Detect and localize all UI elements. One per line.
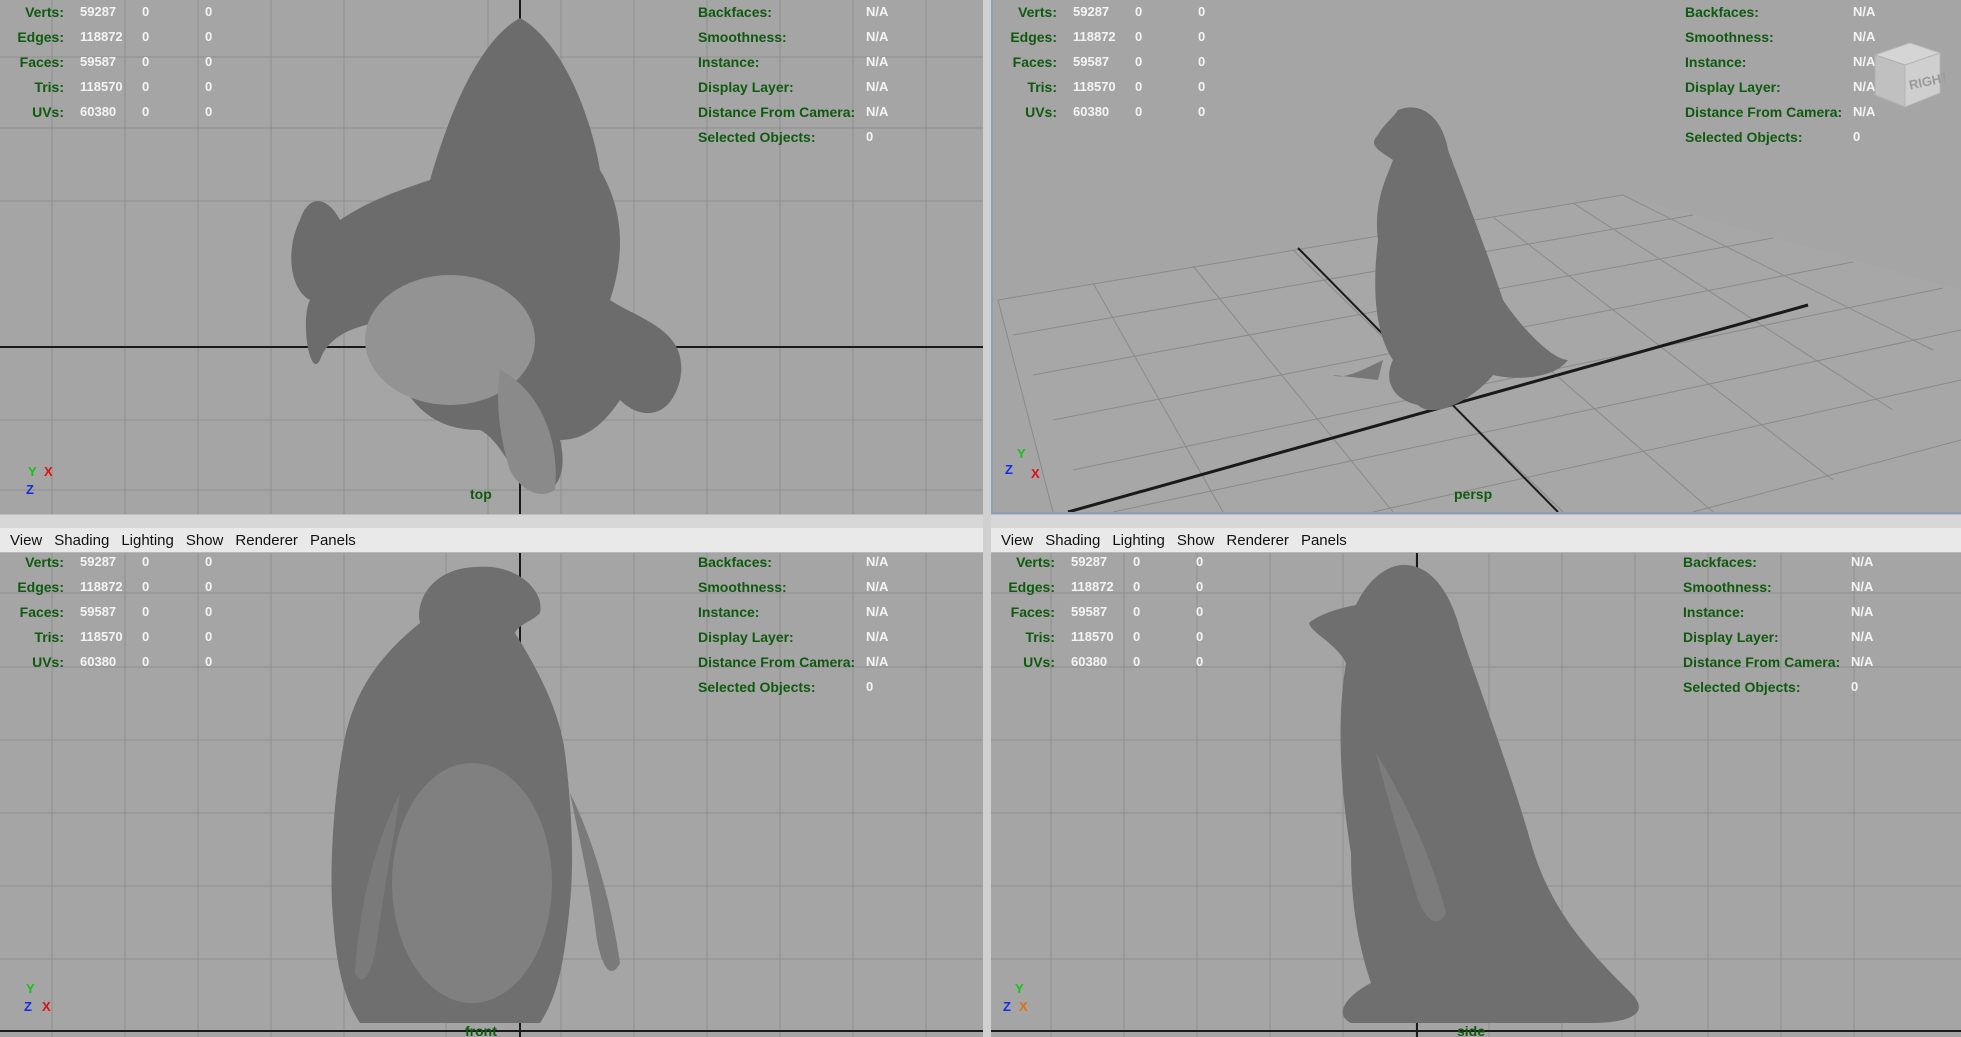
viewport-side[interactable]: Verts: 59287 0 0 Edges: 118872 0 0 Faces: 59587… — [991, 553, 1961, 1037]
camera-label: side — [1457, 1023, 1486, 1037]
viewport-persp[interactable]: Verts: 59287 0 0 Edges: 118872 0 0 Faces: 59587… — [991, 0, 1961, 514]
hud-display-layer: Display Layer: N/A — [1683, 629, 1874, 645]
poly-count-hud: Verts: 59287 0 0 Edges: 118872 0 0 Faces: 59587… — [17, 554, 213, 670]
menu-lighting[interactable]: Lighting — [115, 528, 180, 553]
object-info-hud: Backfaces: N/A Smoothness: N/A Instance: N/… — [1683, 553, 1903, 695]
viewcube-icon[interactable]: RIGHT — [1865, 35, 1950, 110]
hud-smoothness: Smoothness: N/A — [1683, 579, 1874, 595]
axis-indicator-icon: Y Z X — [1003, 981, 1028, 1014]
object-info-hud: Backfaces: N/A Smoothness: N/A Instance: N/… — [698, 553, 918, 695]
penguin-top-model — [291, 18, 682, 494]
hud-instance: Instance: N/A — [1683, 604, 1874, 620]
hud-distance-from-camera: Distance From Camera: N/A — [1683, 654, 1874, 670]
viewport-front[interactable]: Verts: 59287 0 0 Edges: 118872 0 0 Faces: 59587… — [0, 553, 983, 1037]
vertical-pane-splitter[interactable] — [983, 0, 991, 1037]
viewport-top[interactable]: Verts: 59287 0 0 Edges: 118872 0 0 Faces: 59587… — [0, 0, 983, 514]
hud-backfaces: Backfaces: N/A — [1683, 554, 1874, 570]
axis-indicator-icon: Y X Z — [26, 464, 53, 497]
menu-lighting[interactable]: Lighting — [1106, 528, 1171, 553]
hud-distance-from-camera: Distance From Camera: N/A — [698, 654, 889, 670]
hud-distance-from-camera: Distance From Camera: N/A — [1685, 104, 1876, 120]
poly-count-hud: Verts: 59287 0 0 Edges: 118872 0 0 Faces: 59587… — [1010, 4, 1206, 120]
panel-menubar-front: View Shading Lighting Show Renderer Pane… — [0, 528, 983, 553]
camera-label: front — [465, 1023, 497, 1037]
hud-smoothness: Smoothness: N/A — [698, 579, 889, 595]
menu-shading[interactable]: Shading — [48, 528, 115, 553]
menu-renderer[interactable]: Renderer — [229, 528, 304, 553]
menu-shading[interactable]: Shading — [1039, 528, 1106, 553]
hud-instance: Instance: N/A — [698, 604, 889, 620]
menu-panels[interactable]: Panels — [1295, 528, 1353, 553]
camera-label: persp — [1454, 486, 1493, 502]
hud-smoothness: Smoothness: N/A — [698, 29, 889, 45]
camera-label: top — [470, 486, 492, 502]
panel-menubar-side: View Shading Lighting Show Renderer Pane… — [991, 528, 1961, 553]
hud-backfaces: Backfaces: N/A — [698, 554, 889, 570]
hud-display-layer: Display Layer: N/A — [1685, 79, 1876, 95]
hud-selected-objects: Selected Objects: 0 — [698, 679, 874, 695]
hud-display-layer: Display Layer: N/A — [698, 79, 889, 95]
hud-backfaces: Backfaces: N/A — [1685, 4, 1876, 20]
menu-renderer[interactable]: Renderer — [1220, 528, 1295, 553]
object-info-hud: Backfaces: N/A Smoothness: N/A Instance: N/… — [698, 2, 918, 145]
hud-instance: Instance: N/A — [698, 54, 889, 70]
penguin-side-model — [1309, 564, 1639, 1023]
axis-indicator-icon: Y Z X — [1005, 446, 1040, 481]
poly-count-hud: Verts: 59287 0 0 Edges: 118872 0 0 Faces: 59587… — [1008, 554, 1204, 670]
axis-indicator-icon: Y Z X — [24, 981, 51, 1014]
hud-backfaces: Backfaces: N/A — [698, 4, 889, 20]
hud-distance-from-camera: Distance From Camera: N/A — [698, 104, 889, 120]
menu-show[interactable]: Show — [1171, 528, 1221, 553]
menu-view[interactable]: View — [995, 528, 1039, 553]
menu-view[interactable]: View — [4, 528, 48, 553]
menu-show[interactable]: Show — [180, 528, 230, 553]
hud-display-layer: Display Layer: N/A — [698, 629, 889, 645]
hud-smoothness: Smoothness: N/A — [1685, 29, 1876, 45]
hud-instance: Instance: N/A — [1685, 54, 1876, 70]
hud-selected-objects: Selected Objects: 0 — [1685, 129, 1861, 145]
menu-panels[interactable]: Panels — [304, 528, 362, 553]
poly-count-hud: Verts: 59287 0 0 Edges: 118872 0 0 Faces: 59587… — [17, 4, 213, 120]
hud-selected-objects: Selected Objects: 0 — [1683, 679, 1859, 695]
penguin-front-model — [331, 566, 620, 1023]
hud-selected-objects: Selected Objects: 0 — [698, 129, 874, 145]
